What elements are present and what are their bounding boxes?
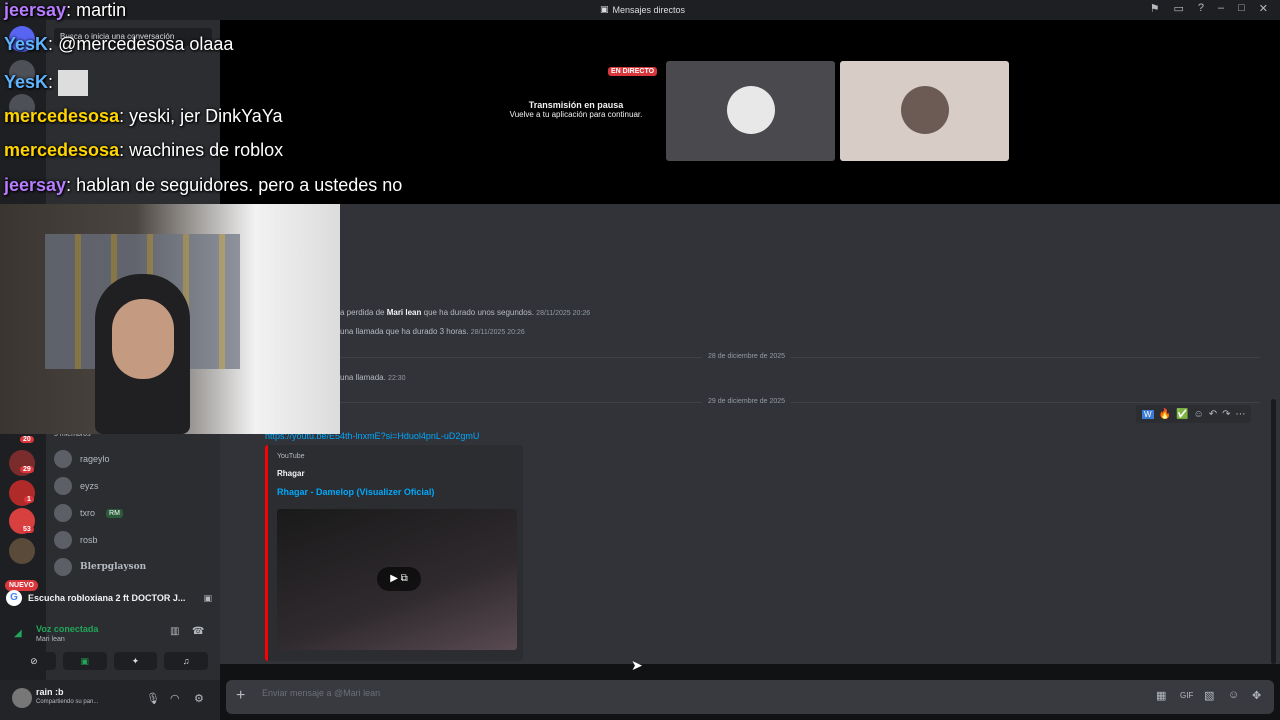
gift-icon[interactable]: ▦ bbox=[1156, 689, 1166, 702]
sticker-icon[interactable]: ▧ bbox=[1204, 689, 1214, 702]
member-item[interactable]: txro RM bbox=[54, 504, 123, 522]
signal-icon[interactable]: ◢ bbox=[14, 628, 22, 639]
scrollbar[interactable] bbox=[1271, 399, 1276, 664]
avatar bbox=[54, 504, 72, 522]
apps-icon[interactable]: ✥ bbox=[1252, 689, 1261, 702]
participant-tile[interactable] bbox=[840, 61, 1009, 161]
voice-buttons: ⊘ ▣ ✦ ♫ bbox=[12, 652, 208, 670]
flag-icon[interactable]: ⚑ bbox=[1150, 2, 1160, 15]
reaction-w-icon[interactable]: W bbox=[1142, 409, 1154, 419]
screen-share-button[interactable]: ▣ bbox=[62, 652, 107, 670]
webcam-overlay bbox=[0, 204, 340, 434]
google-icon: G bbox=[6, 590, 22, 606]
activities-button[interactable]: ✦ bbox=[113, 652, 158, 670]
close-icon[interactable]: ✕ bbox=[1259, 2, 1268, 15]
avatar bbox=[54, 531, 72, 549]
camera-off-button[interactable]: ⊘ bbox=[12, 652, 56, 670]
avatar bbox=[727, 86, 775, 134]
system-message: una llamada que ha durado 3 horas. 28/11… bbox=[340, 327, 525, 336]
emoji-icon[interactable]: ☺ bbox=[1228, 689, 1239, 701]
server-icon[interactable] bbox=[9, 538, 35, 564]
avatar[interactable] bbox=[12, 688, 32, 708]
voice-panel: ◢ Voz conectada Mari lean ▥ ☎ bbox=[6, 620, 212, 650]
mouse-cursor-icon: ➤ bbox=[631, 657, 643, 673]
date-label: 28 de diciembre de 2025 bbox=[702, 353, 792, 360]
close-icon[interactable]: ▣ bbox=[203, 593, 212, 604]
embed-provider[interactable]: YouTube bbox=[277, 453, 305, 460]
member-item[interactable]: rosb bbox=[54, 531, 98, 549]
embed-title[interactable]: Rhagar - Damelop (Visualizer Oficial) bbox=[277, 487, 434, 497]
window-title: ▣ Mensajes directos bbox=[600, 4, 686, 15]
youtube-embed: YouTube Rhagar Rhagar - Damelop (Visuali… bbox=[265, 445, 523, 661]
system-message: a perdida de Mari lean que ha durado uno… bbox=[340, 308, 591, 317]
username[interactable]: rain :b bbox=[36, 687, 64, 697]
avatar bbox=[54, 450, 72, 468]
unread-badge: 53 bbox=[20, 526, 34, 533]
fire-icon[interactable]: 🔥 bbox=[1159, 409, 1171, 420]
message-composer: + ▦ GIF ▧ ☺ ✥ bbox=[226, 680, 1274, 714]
date-divider bbox=[330, 357, 1260, 358]
headphones-icon[interactable]: ◠ bbox=[170, 692, 180, 705]
system-message: una llamada. 22:30 bbox=[340, 373, 406, 382]
message-hover-toolbar: W 🔥 ✅ ☺ ↶ ↷ ⋯ bbox=[1136, 405, 1252, 423]
user-panel: rain :b Compartiendo su pan... 🎙 ◠ ⚙ bbox=[0, 680, 220, 720]
member-item[interactable]: Blerpglayson bbox=[54, 558, 146, 576]
avatar bbox=[54, 477, 72, 495]
unread-badge: 29 bbox=[20, 466, 34, 473]
date-divider bbox=[330, 402, 1260, 403]
avatar bbox=[901, 86, 949, 134]
chat-message: jeersay: martin bbox=[4, 0, 127, 20]
discord-window: ▣ Mensajes directos ⚑ ▭ ? – □ ✕ 20 29 1 … bbox=[0, 0, 1280, 720]
minimize-icon[interactable]: – bbox=[1218, 2, 1224, 15]
chat-message: YesK: bbox=[4, 70, 89, 96]
play-icon[interactable]: ▶ ⧉ bbox=[377, 567, 421, 591]
user-status: Compartiendo su pan... bbox=[36, 699, 99, 705]
emoji-icon[interactable]: ☺ bbox=[1193, 409, 1203, 420]
maximize-icon[interactable]: □ bbox=[1238, 2, 1245, 15]
check-icon[interactable]: ✅ bbox=[1176, 409, 1188, 420]
reply-icon[interactable]: ↶ bbox=[1209, 409, 1217, 420]
soundboard-button[interactable]: ♫ bbox=[164, 652, 208, 670]
title-bar-icons: ⚑ ▭ ? – □ ✕ bbox=[1150, 2, 1268, 15]
stream-chat-overlay: jeersay: martin YesK: @mercedesosa olaaa… bbox=[0, 0, 480, 204]
help-icon[interactable]: ? bbox=[1198, 2, 1204, 15]
chat-message: mercedesosa: wachines de roblox bbox=[4, 140, 284, 160]
video-thumbnail[interactable]: ▶ ⧉ bbox=[277, 509, 517, 650]
chat-message: mercedesosa: yeski, jer DinkYaYa bbox=[4, 106, 283, 126]
participant-tile[interactable] bbox=[666, 61, 835, 161]
message-input[interactable] bbox=[262, 688, 962, 698]
disconnect-icon[interactable]: ☎ bbox=[192, 626, 204, 637]
live-badge: EN DIRECTO bbox=[608, 67, 658, 76]
embed-author[interactable]: Rhagar bbox=[277, 469, 305, 478]
gear-icon[interactable]: ⚙ bbox=[194, 692, 204, 705]
screen-icon[interactable]: ▭ bbox=[1173, 2, 1183, 15]
forward-icon[interactable]: ↷ bbox=[1222, 409, 1230, 420]
plus-icon[interactable]: + bbox=[236, 687, 245, 705]
chat-message: jeersay: hablan de seguidores. pero a us… bbox=[4, 175, 403, 195]
member-item[interactable]: rageylo bbox=[54, 450, 110, 468]
emote-image bbox=[58, 70, 89, 96]
member-tag: RM bbox=[106, 508, 123, 518]
voice-channel: Mari lean bbox=[36, 636, 65, 643]
chat-message: YesK: @mercedesosa olaaa bbox=[4, 34, 234, 54]
gif-icon[interactable]: GIF bbox=[1180, 691, 1193, 700]
unread-badge: 1 bbox=[24, 496, 34, 503]
date-label: 29 de diciembre de 2025 bbox=[702, 398, 792, 405]
dm-icon: ▣ bbox=[600, 4, 609, 14]
noise-icon[interactable]: ▥ bbox=[170, 626, 179, 637]
avatar bbox=[54, 558, 72, 576]
chat-area: a perdida de Mari lean que ha durado uno… bbox=[220, 204, 1280, 664]
member-item[interactable]: eyzs bbox=[54, 477, 99, 495]
more-icon[interactable]: ⋯ bbox=[1235, 409, 1245, 420]
mic-icon[interactable]: 🎙 bbox=[146, 692, 160, 705]
stream-paused-notice: Transmisión en pausa Vuelve a tu aplicac… bbox=[509, 100, 643, 119]
voice-status[interactable]: Voz conectada bbox=[36, 624, 98, 634]
unread-badge: 20 bbox=[20, 436, 34, 443]
activity-card[interactable]: G Escucha robloxiana 2 ft DOCTOR J... ▣ bbox=[6, 585, 212, 611]
streamer-face bbox=[112, 299, 174, 379]
